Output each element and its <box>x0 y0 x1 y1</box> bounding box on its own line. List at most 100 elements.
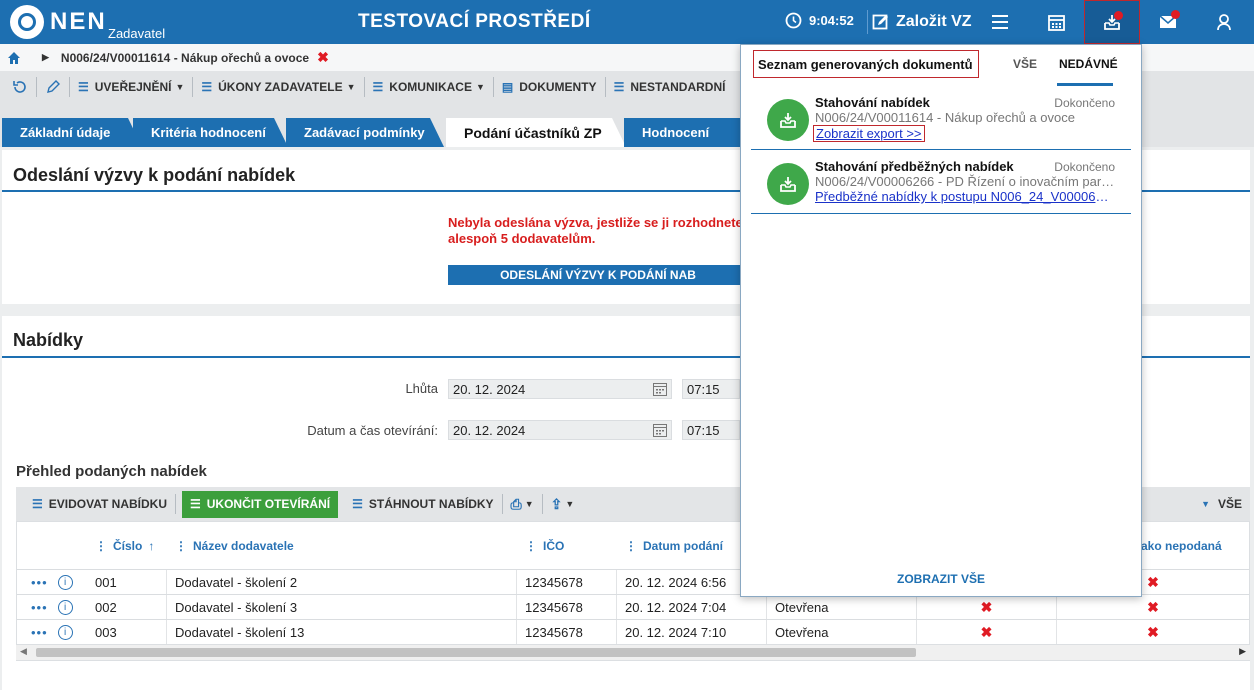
tab-basic-info[interactable]: Základní údaje <box>2 118 142 147</box>
opening-date-field[interactable]: 20. 12. 2024 <box>448 420 672 440</box>
caret-down-icon: ▼ <box>524 499 534 509</box>
deadline-date-field[interactable]: 20. 12. 2024 <box>448 379 672 399</box>
document-item[interactable]: Stahování předběžných nabídek Dokončeno … <box>751 153 1131 215</box>
user-button[interactable] <box>1196 0 1252 44</box>
print-menu-button[interactable]: ⎙ ▼ <box>503 494 543 514</box>
list-icon: ☰ <box>352 497 363 511</box>
column-menu-icon[interactable]: ⋮ <box>95 539 107 553</box>
edit-button[interactable] <box>37 77 70 97</box>
export-icon: ⇪ <box>550 495 563 512</box>
tab-label: Podání účastníků ZP <box>464 124 602 141</box>
menu-label: DOKUMENTY <box>519 80 597 94</box>
cell-flag: ✖ <box>917 620 1057 644</box>
create-contract-button[interactable]: Založit VZ <box>867 10 972 34</box>
clock-icon <box>785 12 802 29</box>
button-label: UKONČIT OTEVÍRÁNÍ <box>206 497 331 511</box>
generated-documents-button[interactable] <box>1084 0 1140 44</box>
register-offer-button[interactable]: ☰ EVIDOVAT NABÍDKU <box>16 494 176 514</box>
document-item[interactable]: Stahování nabídek Dokončeno N006/24/V000… <box>751 89 1131 151</box>
horizontal-scrollbar[interactable]: ◀ ▶ <box>16 644 1250 660</box>
scroll-left-icon[interactable]: ◀ <box>20 646 27 657</box>
caret-down-icon: ▼ <box>175 82 185 92</box>
messages-button[interactable] <box>1140 0 1196 44</box>
button-label: EVIDOVAT NABÍDKU <box>48 497 167 511</box>
send-invitation-button[interactable]: ODESLÁNÍ VÝZVY K PODÁNÍ NAB <box>448 265 748 285</box>
scroll-right-icon[interactable]: ▶ <box>1239 646 1246 657</box>
deadline-time-field[interactable]: 07:15 <box>682 379 740 399</box>
opening-date-value: 20. 12. 2024 <box>453 422 526 438</box>
grid-header-number[interactable]: ⋮ Číslo ↑ <box>87 522 167 569</box>
document-status: Dokončeno <box>1054 160 1115 174</box>
sort-ascending-icon: ↑ <box>148 538 155 553</box>
home-icon[interactable] <box>8 51 20 64</box>
popup-title: Seznam generovaných dokumentů <box>753 50 979 78</box>
menu-nonstandard[interactable]: ☰ NESTANDARDNÍ <box>606 77 734 97</box>
export-menu-button[interactable]: ⇪ ▼ <box>543 494 583 514</box>
menu-documents[interactable]: ▤ DOKUMENTY <box>494 77 606 97</box>
grid-header-ico[interactable]: ⋮ IČO <box>517 522 617 569</box>
tab-label: Zadávací podmínky <box>304 125 425 140</box>
invitation-title: Odeslání výzvy k podání nabídek <box>13 165 296 185</box>
close-tab-icon[interactable]: ✖ <box>317 49 329 66</box>
opening-time-field[interactable]: 07:15 <box>682 420 740 440</box>
info-icon[interactable]: i <box>57 599 73 615</box>
show-export-link[interactable]: Zobrazit export >> <box>813 125 925 142</box>
menu-label: ÚKONY ZADAVATELE <box>218 80 343 94</box>
refresh-button[interactable] <box>0 77 37 97</box>
tab-evaluation[interactable]: Hodnocení <box>624 118 754 147</box>
calendar-button[interactable] <box>1028 0 1084 44</box>
view-selector-label: VŠE <box>1217 497 1242 511</box>
download-done-icon <box>767 163 809 205</box>
breadcrumb-item[interactable]: N006/24/V00011614 - Nákup ořechů a ovoce <box>61 51 309 65</box>
active-tab-indicator <box>1057 83 1113 86</box>
grid-header-not-submitted[interactable]: ako nepodaná <box>1131 522 1249 569</box>
more-options-icon[interactable]: ••• <box>31 575 48 590</box>
more-options-icon[interactable]: ••• <box>31 625 48 640</box>
menu-communication[interactable]: ☰ KOMUNIKACE ▼ <box>365 77 494 97</box>
tab-tender-conditions[interactable]: Zadávací podmínky <box>286 118 444 147</box>
caret-down-icon: ▼ <box>565 499 575 509</box>
menu-publication[interactable]: ☰ UVEŘEJNĚNÍ ▼ <box>70 77 194 97</box>
no-flag-icon: ✖ <box>1147 573 1159 590</box>
table-row[interactable]: ••• i 002 Dodavatel - školení 3 12345678 … <box>17 594 1249 619</box>
invitation-warning: Nebyla odeslána výzva, jestliže se ji ro… <box>448 215 762 247</box>
info-icon[interactable]: i <box>57 624 73 640</box>
table-row[interactable]: ••• i 003 Dodavatel - školení 13 12345678… <box>17 619 1249 644</box>
preliminary-offers-link[interactable]: Předběžné nabídky k postupu N006_24_V000… <box>815 189 1115 204</box>
caret-down-icon: ▼ <box>475 82 485 92</box>
brand-subtitle: Zadavatel <box>108 26 166 41</box>
more-options-icon[interactable]: ••• <box>31 600 48 615</box>
column-menu-icon[interactable]: ⋮ <box>625 539 637 553</box>
column-menu-icon[interactable]: ⋮ <box>525 539 537 553</box>
column-menu-icon[interactable]: ⋮ <box>175 539 187 553</box>
tab-evaluation-criteria[interactable]: Kritéria hodnocení <box>133 118 288 147</box>
menu-button[interactable] <box>972 0 1028 44</box>
offers-title: Nabídky <box>13 330 84 350</box>
document-icon: ▤ <box>501 80 514 94</box>
popup-tab-recent[interactable]: NEDÁVNÉ <box>1059 57 1118 71</box>
info-icon[interactable]: i <box>57 574 73 590</box>
menu-label: NESTANDARDNÍ <box>630 80 726 94</box>
pencil-icon <box>47 80 60 93</box>
calendar-icon[interactable] <box>653 424 667 437</box>
grid-header-supplier[interactable]: ⋮ Název dodavatele <box>167 522 517 569</box>
menu-contracting-actions[interactable]: ☰ ÚKONY ZADAVATELE ▼ <box>193 77 365 97</box>
no-flag-icon: ✖ <box>1147 623 1159 640</box>
tab-participant-submissions[interactable]: Podání účastníků ZP <box>446 118 626 147</box>
tab-label: Základní údaje <box>20 125 111 140</box>
item-divider <box>751 213 1131 214</box>
document-title: Stahování předběžných nabídek <box>815 159 1014 174</box>
nen-logo[interactable]: NEN <box>10 5 107 39</box>
scrollbar-thumb[interactable] <box>36 648 916 657</box>
list-icon: ☰ <box>32 497 43 511</box>
deadline-time-value: 07:15 <box>687 381 720 397</box>
finish-opening-button[interactable]: ☰ UKONČIT OTEVÍRÁNÍ <box>182 490 339 518</box>
cell-state: Otevřena <box>767 595 917 619</box>
popup-tab-all[interactable]: VŠE <box>1013 57 1037 71</box>
download-offers-button[interactable]: ☰ STÁHNOUT NABÍDKY <box>344 494 503 514</box>
view-selector[interactable]: ▼ VŠE <box>1201 487 1242 521</box>
calendar-icon[interactable] <box>653 383 667 396</box>
grid-header-submitted[interactable]: ⋮ Datum podání <box>617 522 741 569</box>
printer-icon: ⎙ <box>510 495 522 512</box>
show-all-button[interactable]: ZOBRAZIT VŠE <box>741 572 1141 586</box>
